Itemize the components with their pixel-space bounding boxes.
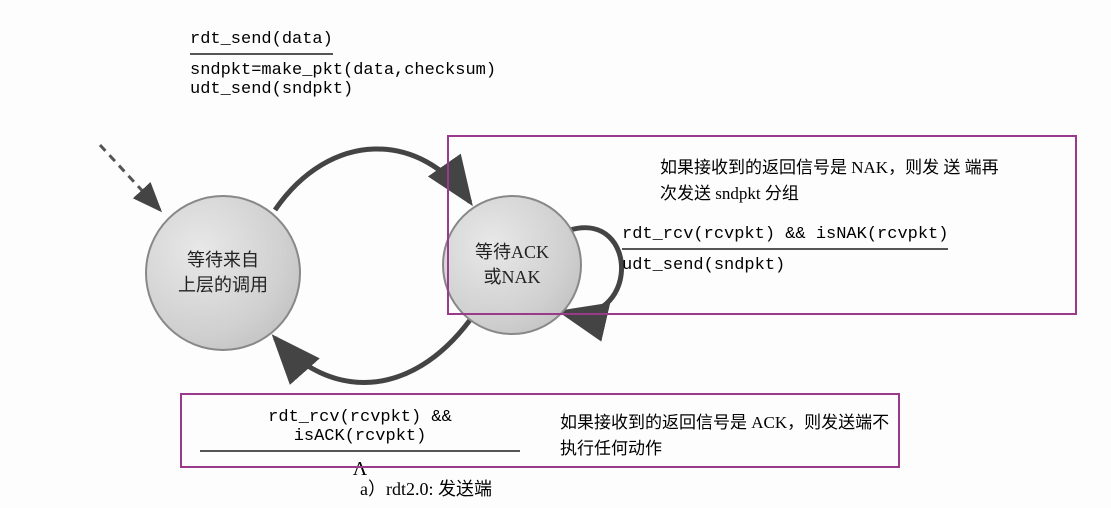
state-wait-call-label: 等待来自上层的调用 bbox=[178, 248, 268, 298]
figure-caption: a）rdt2.0: 发送端 bbox=[360, 475, 492, 501]
highlight-box-ack bbox=[180, 393, 900, 468]
highlight-box-nak bbox=[447, 135, 1077, 315]
transition-send: rdt_send(data) sndpkt=make_pkt(data,chec… bbox=[190, 30, 550, 99]
send-action-2: udt_send(sndpkt) bbox=[190, 80, 550, 99]
state-wait-call: 等待来自上层的调用 bbox=[145, 195, 301, 351]
send-event: rdt_send(data) bbox=[190, 30, 333, 55]
send-action-1: sndpkt=make_pkt(data,checksum) bbox=[190, 61, 550, 80]
